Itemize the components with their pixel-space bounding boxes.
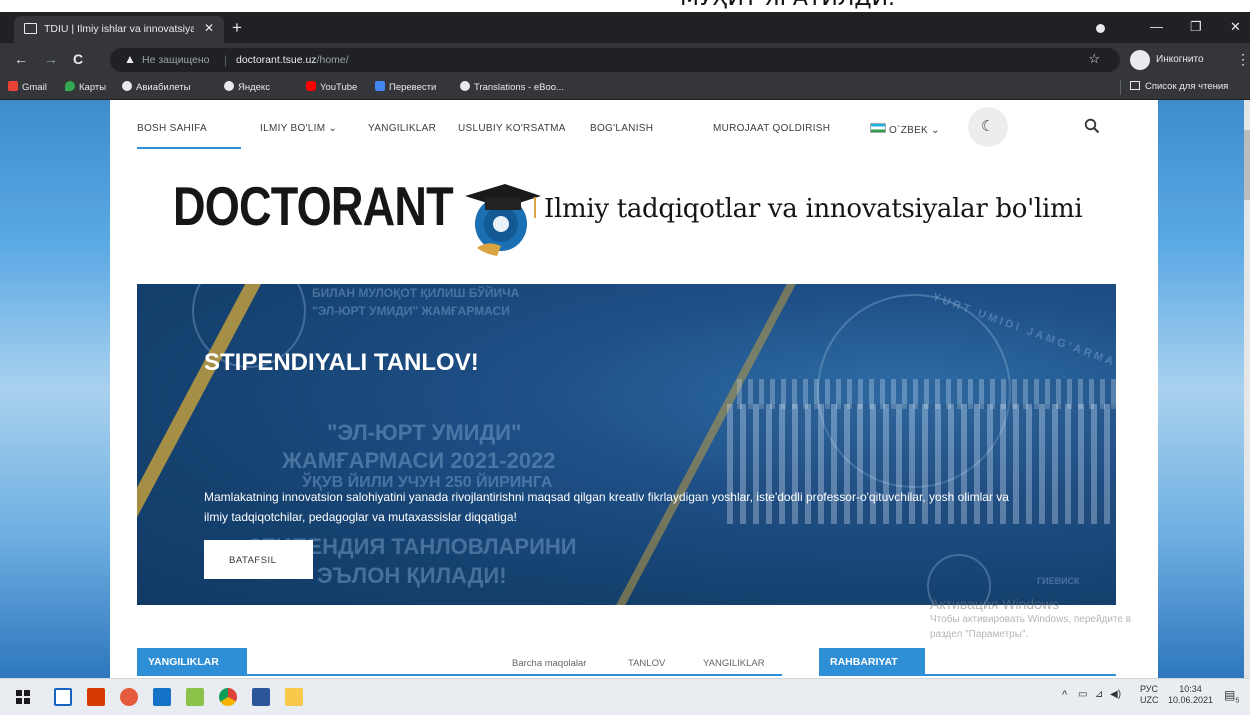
bookmark-translations[interactable]: Translations - eBoo... xyxy=(460,81,564,93)
browser-toolbar: ← → C ▲ Не защищено | doctorant.tsue.uz/… xyxy=(0,43,1250,77)
pdf-app-icon[interactable] xyxy=(87,688,105,706)
bookmark-translate[interactable]: Перевести xyxy=(375,81,436,93)
url-domain: doctorant.tsue.uz xyxy=(236,54,317,66)
hero-title: STIPENDIYALI TANLOV! xyxy=(204,349,479,376)
nav-science[interactable]: ILMIY BO'LIM ⌄ xyxy=(260,123,337,134)
warning-icon: ▲ xyxy=(124,52,136,66)
filter-news[interactable]: YANGILIKLAR xyxy=(703,658,765,669)
forward-icon[interactable]: → xyxy=(44,52,58,66)
globe-icon xyxy=(224,81,234,91)
page-viewport: BOSH SAHIFA ILMIY BO'LIM ⌄ YANGILIKLAR U… xyxy=(0,100,1250,678)
tray-network-icon[interactable]: ⊿ xyxy=(1095,689,1103,700)
reload-icon[interactable]: C xyxy=(73,52,83,66)
windows-start-icon[interactable] xyxy=(16,690,30,704)
bg-line-7: ЭЪЛОН ҚИЛАДИ! xyxy=(317,563,507,588)
chevron-down-icon: ⌄ xyxy=(931,125,940,136)
site-brand[interactable]: DOCTORANT xyxy=(173,176,454,236)
hero-text: Mamlakatning innovatsion salohiyatini ya… xyxy=(204,490,1009,524)
tray-clock[interactable]: 10:34 10.06.2021 xyxy=(1168,684,1213,706)
caption-text: МУҲИТ ЯРАТИЛДИ. xyxy=(680,0,895,11)
bg-line-2: "ЭЛ-ЮРТ УМИДИ" ЖАМҒАРМАСИ xyxy=(312,304,510,318)
nav-active-indicator xyxy=(137,147,241,149)
news-section-header: YANGILIKLAR xyxy=(137,648,247,674)
leaders-section-header: RAHBARIYAT xyxy=(819,648,925,674)
paint-icon[interactable] xyxy=(186,688,204,706)
photoshop-icon[interactable] xyxy=(153,688,171,706)
tray-language[interactable]: РУС UZC xyxy=(1140,684,1159,706)
nav-news[interactable]: YANGILIKLAR xyxy=(368,123,436,134)
moon-icon: ☾ xyxy=(981,118,995,135)
browser-tab-strip: TDIU | Ilmiy ishlar va innovatsiyal ✕ + … xyxy=(0,12,1250,43)
bookmarks-bar: Gmail Карты Авиабилеты Яндекс YouTube Пе… xyxy=(0,77,1250,100)
graduation-cap-logo-icon xyxy=(465,184,541,256)
bg-line-4: ЖАМҒАРМАСИ 2021-2022 xyxy=(282,448,556,473)
details-button[interactable]: BATAFSIL xyxy=(204,540,313,579)
profile-indicator-icon[interactable] xyxy=(1096,24,1105,33)
site-navbar: BOSH SAHIFA ILMIY BO'LIM ⌄ YANGILIKLAR U… xyxy=(110,100,1158,152)
nav-contact[interactable]: BOG'LANISH xyxy=(590,123,653,134)
bookmark-avia[interactable]: Авиабилеты xyxy=(122,81,190,93)
search-icon[interactable] xyxy=(1084,118,1100,134)
theme-toggle-button[interactable]: ☾ xyxy=(968,107,1008,147)
bookmark-youtube[interactable]: YouTube xyxy=(306,81,357,93)
translate-icon xyxy=(375,81,385,91)
bookmark-gmail[interactable]: Gmail xyxy=(8,81,47,93)
notifications-icon[interactable]: ▤5 xyxy=(1224,688,1239,704)
site-tagline: Ilmiy tadqiqotlar va innovatsiyalar bo'l… xyxy=(544,194,1083,224)
windows-taskbar: ^ ▭ ⊿ ◀) РУС UZC 10:34 10.06.2021 ▤5 xyxy=(0,678,1250,715)
windows-activation-watermark: Активация Windows Чтобы активировать Win… xyxy=(930,596,1132,640)
window-close-icon[interactable]: ✕ xyxy=(1230,19,1241,35)
url-path: /home/ xyxy=(316,54,349,66)
hero-banner: YURT UMIDI JAMG'ARMA БИЛАН МУЛОҚОТ ҚИЛИШ… xyxy=(137,284,1116,605)
chevron-down-icon: ⌄ xyxy=(328,123,338,134)
back-icon[interactable]: ← xyxy=(14,52,28,66)
restore-icon[interactable]: ❐ xyxy=(1190,19,1202,35)
incognito-icon xyxy=(1130,50,1150,70)
globe-icon xyxy=(460,81,470,91)
new-tab-icon[interactable]: + xyxy=(232,19,242,36)
url-text: doctorant.tsue.uz/home/ xyxy=(236,54,349,66)
word-icon[interactable] xyxy=(252,688,270,706)
podium-text: ГИЕВИСК xyxy=(1037,576,1080,586)
nav-guide[interactable]: USLUBIY KO'RSATMA xyxy=(458,123,566,134)
minimize-icon[interactable]: — xyxy=(1150,19,1163,34)
page-scrollbar[interactable] xyxy=(1244,100,1250,678)
save-app-icon[interactable] xyxy=(54,688,72,706)
page-caption: МУҲИТ ЯРАТИЛДИ. xyxy=(0,0,1250,12)
site-page: BOSH SAHIFA ILMIY BO'LIM ⌄ YANGILIKLAR U… xyxy=(110,100,1158,678)
tray-expand-icon[interactable]: ^ xyxy=(1062,689,1067,701)
reading-list-button[interactable]: Список для чтения xyxy=(1130,81,1228,92)
filter-all[interactable]: Barcha maqolalar xyxy=(512,658,586,669)
nav-appeal[interactable]: MUROJAAT QOLDIRISH xyxy=(713,123,830,134)
reading-list-icon xyxy=(1130,81,1140,90)
tab-title: TDIU | Ilmiy ishlar va innovatsiyal xyxy=(44,23,194,35)
tray-battery-icon[interactable]: ▭ xyxy=(1078,689,1087,700)
tray-volume-icon[interactable]: ◀) xyxy=(1110,689,1121,700)
filter-tanlov[interactable]: TANLOV xyxy=(628,658,665,669)
incognito-label: Инкогнито xyxy=(1156,54,1204,65)
tab-close-icon[interactable]: ✕ xyxy=(204,21,214,35)
flag-icon xyxy=(870,123,886,133)
chrome-icon[interactable] xyxy=(219,688,237,706)
app-icon[interactable] xyxy=(120,688,138,706)
bookmark-star-icon[interactable]: ☆ xyxy=(1088,51,1100,67)
file-explorer-icon[interactable] xyxy=(285,688,303,706)
gmail-icon xyxy=(8,81,18,91)
nav-home[interactable]: BOSH SAHIFA xyxy=(137,123,207,134)
browser-tab[interactable]: TDIU | Ilmiy ishlar va innovatsiyal ✕ xyxy=(14,16,224,43)
bg-line-3: "ЭЛ-ЮРТ УМИДИ" xyxy=(327,420,522,445)
not-secure-label: Не защищено xyxy=(142,54,210,66)
language-selector[interactable]: O`ZBEK ⌄ xyxy=(870,123,940,136)
browser-menu-icon[interactable]: ⋮ xyxy=(1236,51,1250,68)
tab-favicon-icon xyxy=(24,23,37,34)
globe-icon xyxy=(122,81,132,91)
youtube-icon xyxy=(306,81,316,91)
bookmark-maps[interactable]: Карты xyxy=(65,81,106,93)
bg-line-1: БИЛАН МУЛОҚОТ ҚИЛИШ БЎЙИЧА xyxy=(312,286,520,300)
bookmark-yandex[interactable]: Яндекс xyxy=(224,81,270,93)
maps-icon xyxy=(65,81,75,91)
address-bar[interactable]: ▲ Не защищено | doctorant.tsue.uz/home/ … xyxy=(110,48,1120,72)
